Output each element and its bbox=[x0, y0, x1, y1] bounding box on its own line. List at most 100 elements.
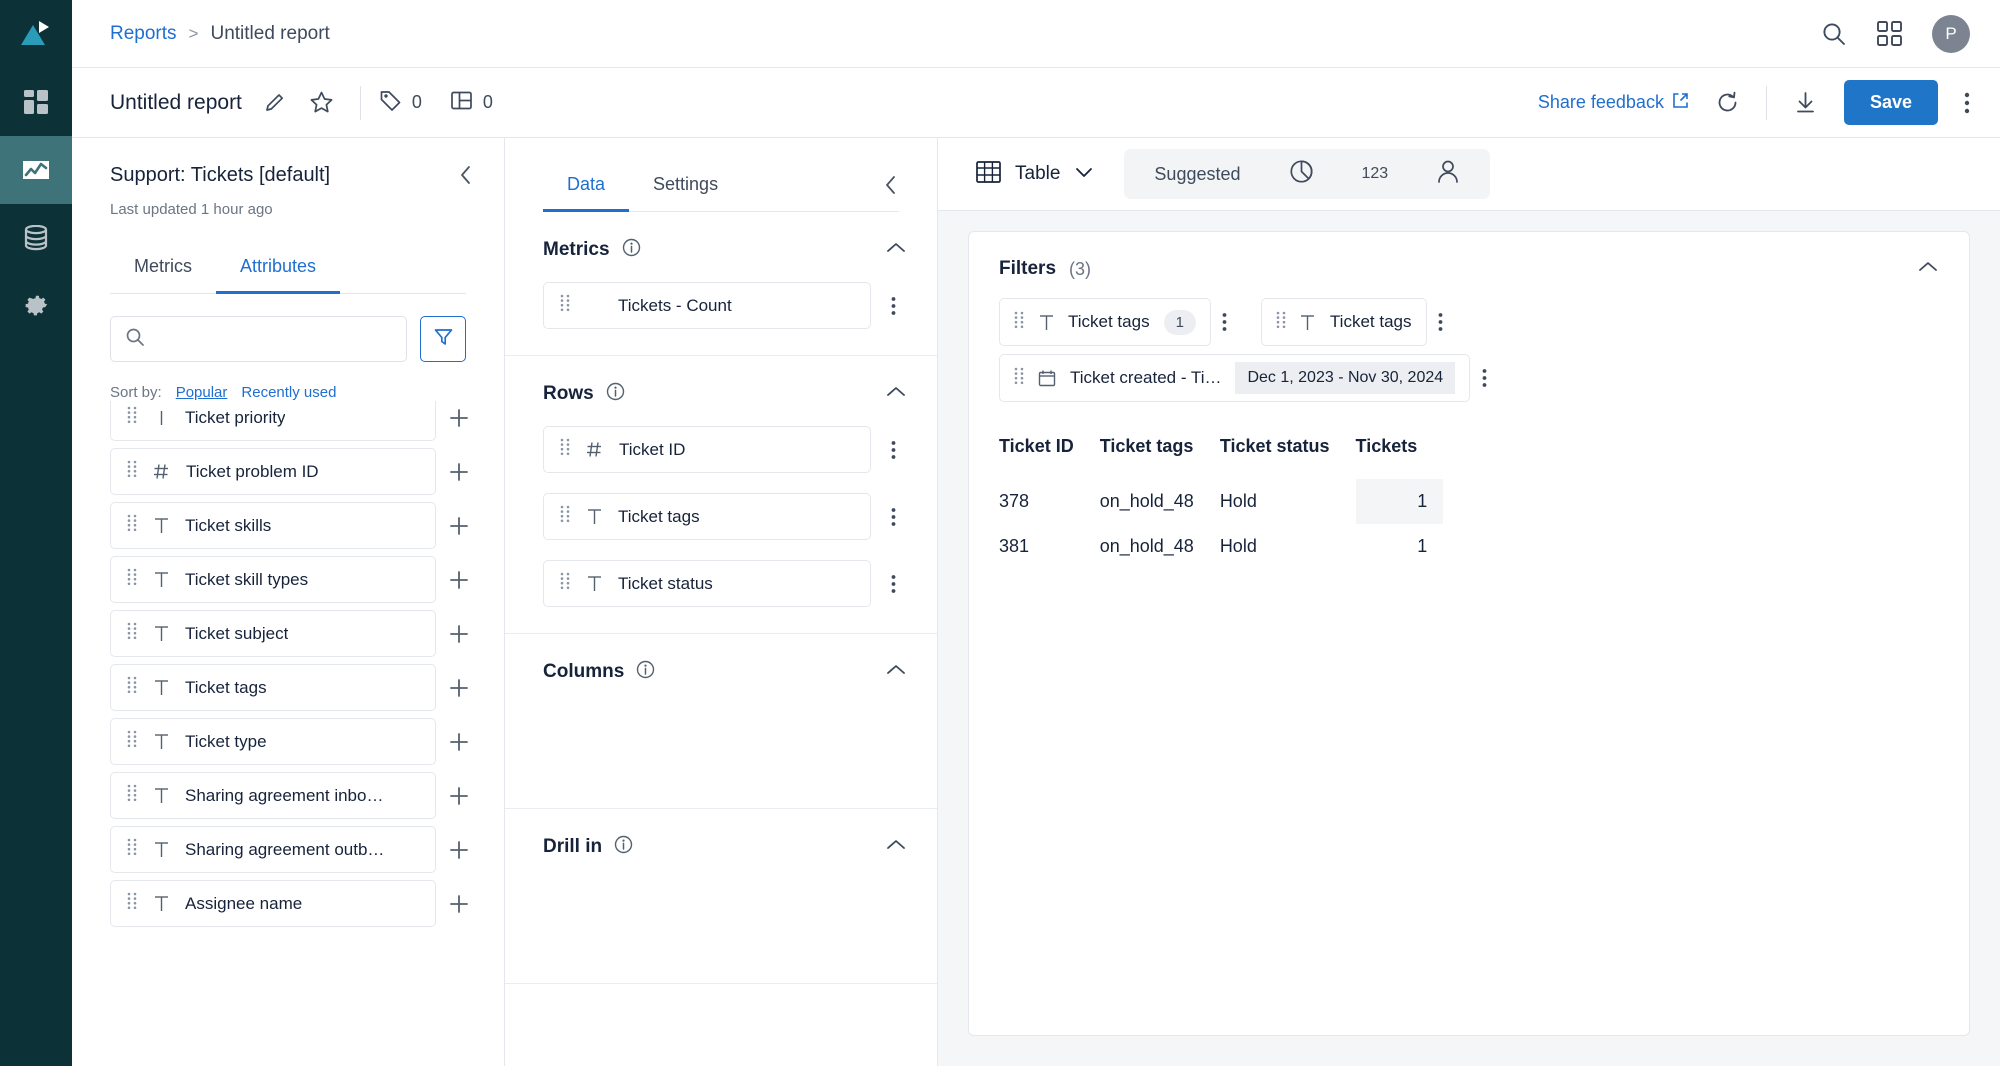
layout-counter[interactable]: 0 bbox=[450, 89, 493, 117]
attribute-chip[interactable]: Ticket tags bbox=[110, 664, 436, 711]
config-pill[interactable]: Ticket tags bbox=[543, 493, 871, 540]
config-pill-row[interactable]: Ticket tags bbox=[543, 493, 907, 540]
attribute-chip[interactable]: Assignee name bbox=[110, 880, 436, 927]
star-icon[interactable] bbox=[309, 90, 334, 115]
avatar[interactable]: P bbox=[1932, 14, 1970, 53]
collapse-drill-in-chevron-up-icon[interactable] bbox=[885, 837, 907, 857]
table-row[interactable]: 381 on_hold_48 Hold 1 bbox=[999, 524, 1443, 569]
drag-handle-icon[interactable] bbox=[127, 514, 137, 537]
tag-counter[interactable]: 0 bbox=[379, 89, 422, 117]
tab-attributes[interactable]: Attributes bbox=[216, 246, 341, 294]
app-logo[interactable] bbox=[0, 0, 72, 68]
plus-icon[interactable] bbox=[444, 785, 474, 807]
config-pill-kebab-menu-icon[interactable] bbox=[879, 296, 907, 316]
filter-chip[interactable]: Ticket created - Ti… Dec 1, 2023 - Nov 30… bbox=[999, 354, 1471, 402]
drag-handle-icon[interactable] bbox=[127, 460, 137, 483]
viz-type-select[interactable]: Table bbox=[968, 154, 1102, 195]
rail-item-settings[interactable] bbox=[0, 272, 72, 340]
attribute-row[interactable]: Sharing agreement inbo… bbox=[110, 772, 474, 819]
suggested-number-button[interactable]: 123 bbox=[1338, 153, 1413, 195]
rail-item-explore[interactable] bbox=[0, 136, 72, 204]
attribute-chip[interactable]: Sharing agreement outb… bbox=[110, 826, 436, 873]
collapse-config-panel-chevron-left-icon[interactable] bbox=[883, 174, 899, 201]
config-pill-row[interactable]: Ticket ID bbox=[543, 426, 907, 473]
attribute-chip[interactable]: Sharing agreement inbo… bbox=[110, 772, 436, 819]
attribute-list[interactable]: Ticket priority Ticket problem ID Ticket s… bbox=[72, 401, 504, 1066]
table-column-header[interactable]: Ticket ID bbox=[999, 436, 1100, 479]
attribute-row[interactable]: Ticket type bbox=[110, 718, 474, 765]
suggested-person-button[interactable] bbox=[1412, 153, 1484, 195]
suggested-pie-chart-button[interactable] bbox=[1265, 153, 1338, 195]
drag-handle-icon[interactable] bbox=[560, 572, 570, 595]
table-row[interactable]: 378 on_hold_48 Hold 1 bbox=[999, 479, 1444, 524]
attribute-chip[interactable]: Ticket type bbox=[110, 718, 436, 765]
attribute-chip[interactable]: Ticket priority bbox=[110, 401, 436, 441]
more-options-kebab-icon[interactable] bbox=[1964, 91, 1970, 115]
drag-handle-icon[interactable] bbox=[127, 892, 137, 915]
attribute-row[interactable]: Sharing agreement outb… bbox=[110, 826, 474, 873]
attribute-row[interactable]: Ticket priority bbox=[110, 401, 474, 441]
config-pill-kebab-menu-icon[interactable] bbox=[879, 574, 907, 594]
drag-handle-icon[interactable] bbox=[127, 676, 137, 699]
plus-icon[interactable] bbox=[444, 731, 474, 753]
attribute-chip[interactable]: Ticket subject bbox=[110, 610, 436, 657]
collapse-rows-chevron-up-icon[interactable] bbox=[885, 384, 907, 404]
collapse-metrics-chevron-up-icon[interactable] bbox=[885, 240, 907, 260]
breadcrumb-reports-link[interactable]: Reports bbox=[110, 23, 177, 45]
plus-icon[interactable] bbox=[444, 407, 474, 429]
plus-icon[interactable] bbox=[444, 677, 474, 699]
table-column-header[interactable]: Tickets bbox=[1356, 436, 1444, 479]
plus-icon[interactable] bbox=[444, 569, 474, 591]
drag-handle-icon[interactable] bbox=[1014, 311, 1024, 334]
config-pill-row[interactable]: Ticket status bbox=[543, 560, 907, 607]
attribute-chip[interactable]: Ticket skills bbox=[110, 502, 436, 549]
apps-grid-icon[interactable] bbox=[1877, 21, 1902, 46]
collapse-columns-chevron-up-icon[interactable] bbox=[885, 662, 907, 682]
config-pill[interactable]: Ticket status bbox=[543, 560, 871, 607]
config-pill-kebab-menu-icon[interactable] bbox=[879, 507, 907, 527]
info-icon[interactable] bbox=[622, 238, 641, 262]
share-feedback-link[interactable]: Share feedback bbox=[1538, 92, 1689, 114]
filter-chip[interactable]: Ticket tags 1 bbox=[999, 298, 1211, 346]
rail-item-datasets[interactable] bbox=[0, 204, 72, 272]
search-box[interactable] bbox=[110, 316, 407, 362]
attribute-row[interactable]: Ticket skill types bbox=[110, 556, 474, 603]
download-icon[interactable] bbox=[1793, 90, 1818, 115]
attribute-row[interactable]: Assignee name bbox=[110, 880, 474, 927]
tab-data[interactable]: Data bbox=[543, 164, 630, 212]
plus-icon[interactable] bbox=[444, 515, 474, 537]
drag-handle-icon[interactable] bbox=[127, 838, 137, 861]
plus-icon[interactable] bbox=[444, 893, 474, 915]
drag-handle-icon[interactable] bbox=[560, 438, 570, 461]
filter-chip[interactable]: Ticket tags bbox=[1260, 298, 1427, 346]
attribute-row[interactable]: Ticket subject bbox=[110, 610, 474, 657]
save-button[interactable]: Save bbox=[1843, 80, 1938, 125]
plus-icon[interactable] bbox=[444, 623, 474, 645]
plus-icon[interactable] bbox=[444, 461, 474, 483]
plus-icon[interactable] bbox=[444, 839, 474, 861]
attribute-row[interactable]: Ticket skills bbox=[110, 502, 474, 549]
filter-chip-kebab-menu-icon[interactable] bbox=[1470, 368, 1498, 388]
info-icon[interactable] bbox=[606, 382, 625, 406]
filter-chip-kebab-menu-icon[interactable] bbox=[1211, 312, 1239, 332]
attribute-row[interactable]: Ticket tags bbox=[110, 664, 474, 711]
search-input[interactable] bbox=[155, 330, 392, 348]
pencil-icon[interactable] bbox=[264, 91, 287, 114]
info-icon[interactable] bbox=[614, 835, 633, 859]
rail-item-dashboards[interactable] bbox=[0, 68, 72, 136]
drag-handle-icon[interactable] bbox=[560, 294, 570, 317]
attribute-chip[interactable]: Ticket skill types bbox=[110, 556, 436, 603]
field-filter-button[interactable] bbox=[420, 316, 466, 362]
config-pill-row[interactable]: Tickets - Count bbox=[543, 282, 907, 329]
attribute-row[interactable]: Ticket problem ID bbox=[110, 448, 474, 495]
config-pill[interactable]: Tickets - Count bbox=[543, 282, 871, 329]
sort-option-recently-used[interactable]: Recently used bbox=[241, 384, 336, 401]
drag-handle-icon[interactable] bbox=[127, 622, 137, 645]
tab-settings[interactable]: Settings bbox=[629, 164, 742, 212]
table-column-header[interactable]: Ticket tags bbox=[1100, 436, 1220, 479]
collapse-fields-panel-chevron-left-icon[interactable] bbox=[458, 164, 474, 191]
table-column-header[interactable]: Ticket status bbox=[1220, 436, 1356, 479]
result-table[interactable]: Ticket ID Ticket tags Ticket status Tickets… bbox=[999, 436, 1444, 569]
sort-option-popular[interactable]: Popular bbox=[176, 384, 228, 401]
drag-handle-icon[interactable] bbox=[127, 406, 137, 429]
